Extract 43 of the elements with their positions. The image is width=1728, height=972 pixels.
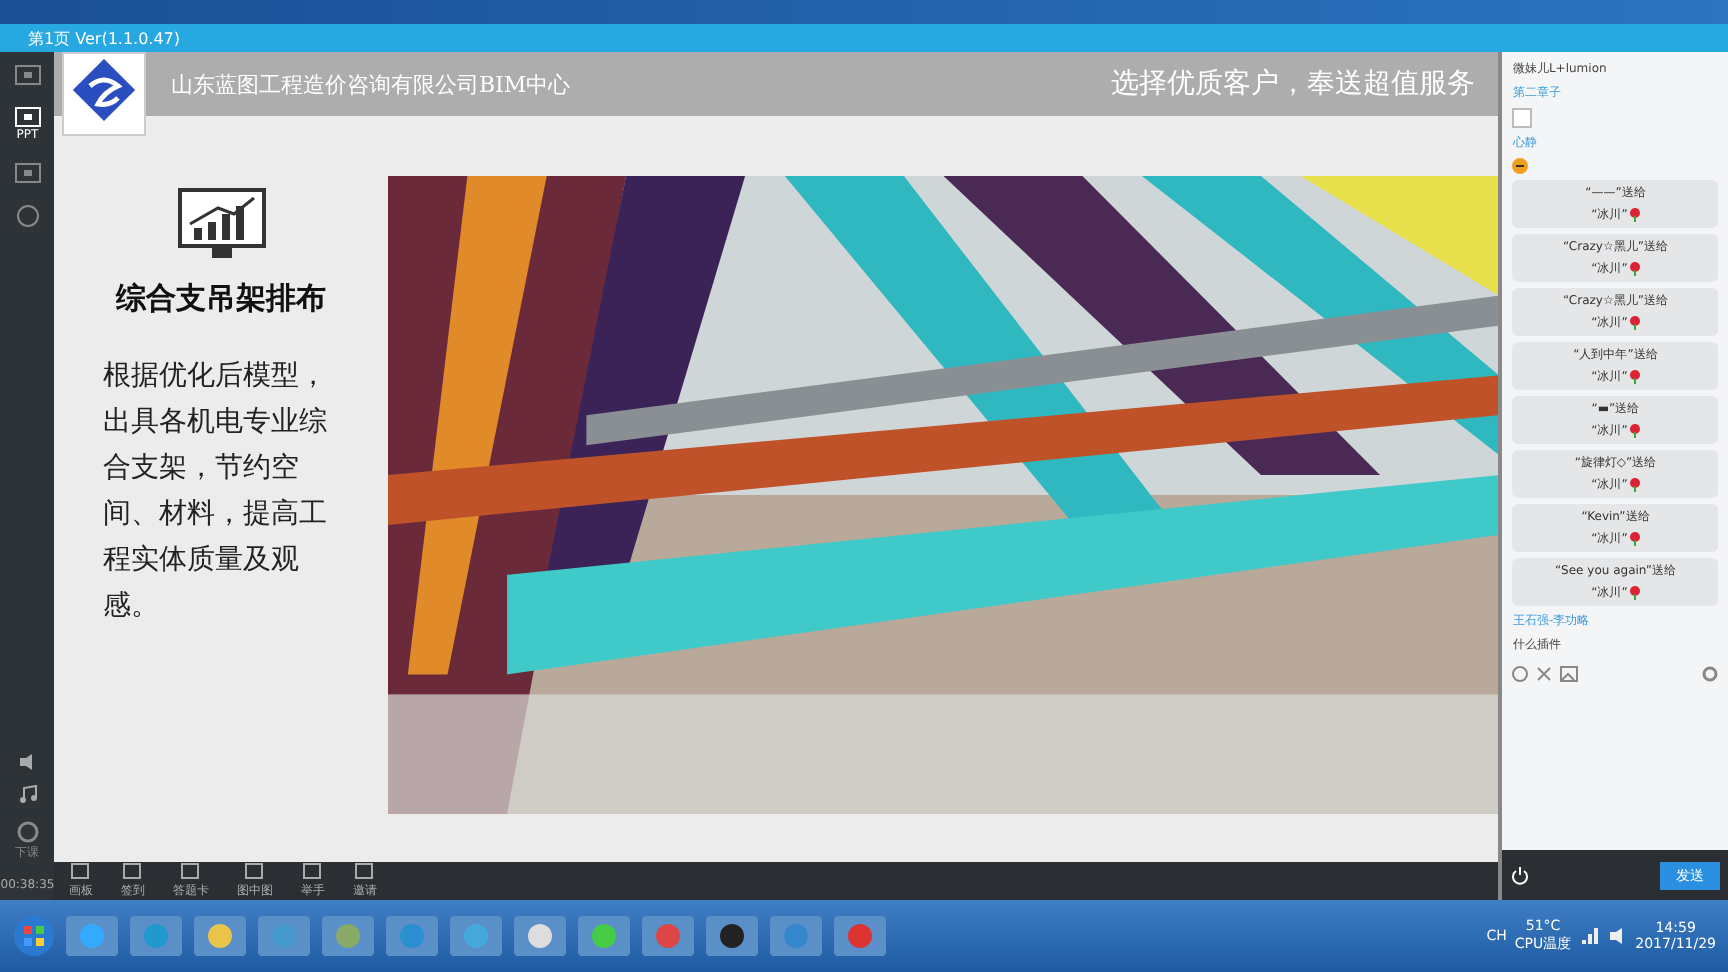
network-icon[interactable] [1579,926,1600,946]
slogan: 选择优质客户，奉送超值服务 [1110,66,1475,102]
slide-paragraph: 根据优化后模型，出具各机电专业综合支架，节约空间、材料，提高工程实体质量及观感。 [103,358,330,626]
flower-icon [1629,586,1640,600]
flower-icon [1629,424,1640,438]
flower-icon [1629,262,1640,276]
circle-icon [15,204,40,228]
square-icon [302,862,323,880]
taskbar-app-icon[interactable] [704,914,760,958]
taskbar-app-icon[interactable] [192,914,248,958]
monitor-icon [13,106,42,128]
music-note-icon[interactable] [17,784,38,804]
scissors-icon[interactable] [1536,666,1553,682]
square-icon [244,862,265,880]
monitor-icon [13,64,42,86]
image-icon[interactable] [1560,666,1579,682]
slide-heading: 综合支吊架排布 [116,280,327,318]
square-icon [122,862,143,880]
speaker-icon[interactable] [17,752,38,772]
sidebar-item[interactable] [9,158,46,188]
taskbar-app-icon[interactable] [64,914,120,958]
flower-icon [1629,208,1640,222]
start-button[interactable] [12,914,56,958]
company-logo-icon [62,52,147,136]
taskbar-app-icon[interactable] [576,914,632,958]
flower-icon [1629,316,1640,330]
chat-image-placeholder [1512,108,1533,128]
sidebar-item[interactable] [11,200,44,232]
company-name: 山东蓝图工程造价咨询有限公司BIM中心 [170,69,571,99]
flower-icon [1629,532,1640,546]
chart-monitor-icon [177,188,266,260]
square-icon [70,862,91,880]
taskbar-app-icon[interactable] [320,914,376,958]
flower-icon [1629,370,1640,384]
flower-icon [1629,478,1640,492]
sidebar-item[interactable] [9,60,46,90]
taskbar-app-icon[interactable] [448,914,504,958]
window-title: 第1页 Ver(1.1.0.47) [28,27,181,49]
monitor-icon [13,162,42,184]
taskbar-app-icon[interactable] [512,914,568,958]
square-icon [354,862,375,880]
volume-icon[interactable] [1607,926,1628,946]
square-icon [180,862,201,880]
